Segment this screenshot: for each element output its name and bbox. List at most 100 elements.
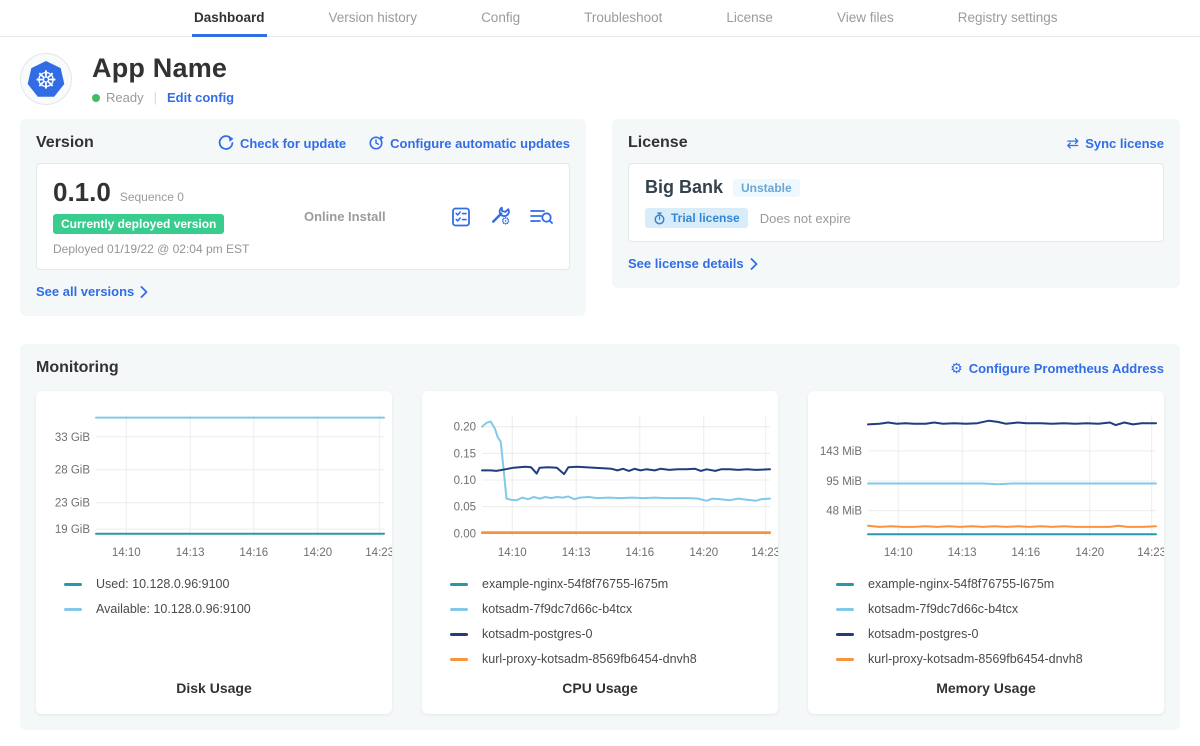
legend-color-dash — [450, 658, 468, 661]
status-dot — [92, 94, 100, 102]
svg-text:14:13: 14:13 — [176, 547, 205, 559]
refresh-icon — [218, 135, 234, 151]
edit-config-link[interactable]: Edit config — [167, 90, 234, 105]
svg-text:0.15: 0.15 — [454, 448, 476, 460]
svg-text:0.05: 0.05 — [454, 502, 476, 514]
svg-text:14:23: 14:23 — [751, 547, 778, 559]
current-version-card: 0.1.0 Sequence 0 Currently deployed vers… — [36, 163, 570, 270]
svg-text:⚙: ⚙ — [501, 216, 510, 228]
disk-usage-legend: Used: 10.128.0.96:9100 Available: 10.128.… — [64, 577, 392, 616]
preflight-checks-icon[interactable] — [450, 206, 472, 228]
configure-prometheus-button[interactable]: ⚙ Configure Prometheus Address — [950, 360, 1164, 377]
install-type-label: Online Install — [268, 209, 450, 224]
app-header: ☸ App Name Ready | Edit config — [0, 37, 1200, 115]
sync-license-button[interactable]: ⇄ Sync license — [1067, 134, 1164, 152]
legend-color-dash — [64, 608, 82, 611]
svg-text:0.20: 0.20 — [454, 422, 476, 434]
svg-text:14:16: 14:16 — [239, 547, 268, 559]
legend-item: example-nginx-54f8f76755-l675m — [450, 577, 778, 591]
see-license-details-link[interactable]: See license details — [628, 256, 758, 271]
monitoring-section: Monitoring ⚙ Configure Prometheus Addres… — [20, 344, 1180, 730]
tab-dashboard[interactable]: Dashboard — [192, 0, 267, 37]
top-navigation: Dashboard Version history Config Trouble… — [0, 0, 1200, 37]
svg-text:14:20: 14:20 — [303, 547, 332, 559]
svg-text:14:20: 14:20 — [689, 547, 718, 559]
svg-text:0.00: 0.00 — [454, 528, 476, 540]
legend-label: example-nginx-54f8f76755-l675m — [868, 577, 1054, 591]
disk-usage-chart: 14:1014:1314:1614:2014:2333 GiB28 GiB23 … — [36, 401, 392, 571]
legend-label: Used: 10.128.0.96:9100 — [96, 577, 229, 591]
cpu-usage-chart: 14:1014:1314:1614:2014:230.200.150.100.0… — [422, 401, 778, 571]
svg-text:14:10: 14:10 — [884, 547, 913, 559]
cpu-usage-legend: example-nginx-54f8f76755-l675mkotsadm-7f… — [450, 577, 778, 666]
version-card: Version Check for update Configure au — [20, 119, 586, 316]
tab-registry-settings[interactable]: Registry settings — [956, 0, 1060, 37]
disk-usage-chart-card: 14:1014:1314:1614:2014:2333 GiB28 GiB23 … — [36, 391, 392, 714]
tab-config[interactable]: Config — [479, 0, 522, 37]
svg-text:14:16: 14:16 — [1011, 547, 1040, 559]
deployed-timestamp: Deployed 01/19/22 @ 02:04 pm EST — [53, 242, 268, 256]
svg-text:14:10: 14:10 — [112, 547, 141, 559]
license-details-card: Big Bank Unstable Trial license Does not… — [628, 163, 1164, 242]
divider: | — [154, 90, 157, 105]
license-card: License ⇄ Sync license Big Bank Unstable — [612, 119, 1180, 288]
check-for-update-button[interactable]: Check for update — [218, 135, 346, 151]
legend-label: kotsadm-7f9dc7d66c-b4tcx — [868, 602, 1018, 616]
memory-usage-chart-card: 14:1014:1314:1614:2014:23143 MiB95 MiB48… — [808, 391, 1164, 714]
svg-text:14:20: 14:20 — [1075, 547, 1104, 559]
legend-item: kurl-proxy-kotsadm-8569fb6454-dnvh8 — [836, 652, 1164, 666]
legend-color-dash — [836, 633, 854, 636]
sync-icon: ⇄ — [1067, 134, 1080, 152]
svg-text:19 GiB: 19 GiB — [55, 524, 90, 536]
status-text: Ready — [106, 90, 144, 105]
tab-troubleshoot[interactable]: Troubleshoot — [582, 0, 664, 37]
svg-text:48 MiB: 48 MiB — [826, 506, 862, 518]
gear-icon: ⚙ — [950, 360, 963, 377]
svg-text:0.10: 0.10 — [454, 475, 476, 487]
legend-color-dash — [64, 583, 82, 586]
version-card-title: Version — [36, 134, 94, 152]
tab-license[interactable]: License — [724, 0, 775, 37]
trial-license-badge: Trial license — [645, 208, 748, 228]
sequence-label: Sequence 0 — [120, 190, 184, 204]
configure-automatic-updates-button[interactable]: Configure automatic updates — [368, 135, 570, 151]
cards-row: Version Check for update Configure au — [0, 115, 1200, 316]
see-all-versions-link[interactable]: See all versions — [36, 284, 148, 299]
legend-item: kurl-proxy-kotsadm-8569fb6454-dnvh8 — [450, 652, 778, 666]
legend-label: kotsadm-postgres-0 — [868, 627, 978, 641]
stopwatch-icon — [653, 212, 666, 225]
svg-text:95 MiB: 95 MiB — [826, 476, 862, 488]
legend-color-dash — [836, 608, 854, 611]
page-title: App Name — [92, 53, 234, 84]
chart-title-memory: Memory Usage — [808, 666, 1164, 704]
legend-label: kurl-proxy-kotsadm-8569fb6454-dnvh8 — [482, 652, 697, 666]
cpu-usage-chart-card: 14:1014:1314:1614:2014:230.200.150.100.0… — [422, 391, 778, 714]
legend-label: kurl-proxy-kotsadm-8569fb6454-dnvh8 — [868, 652, 1083, 666]
kubernetes-icon: ☸ — [20, 53, 72, 105]
legend-label: Available: 10.128.0.96:9100 — [96, 602, 251, 616]
currently-deployed-badge: Currently deployed version — [53, 214, 224, 234]
svg-text:14:16: 14:16 — [625, 547, 654, 559]
expiry-label: Does not expire — [760, 211, 851, 226]
legend-label: example-nginx-54f8f76755-l675m — [482, 577, 668, 591]
svg-text:14:23: 14:23 — [1137, 547, 1164, 559]
tab-view-files[interactable]: View files — [835, 0, 896, 37]
tab-version-history[interactable]: Version history — [327, 0, 420, 37]
legend-item: Used: 10.128.0.96:9100 — [64, 577, 392, 591]
deploy-logs-icon[interactable] — [529, 206, 553, 228]
legend-color-dash — [450, 633, 468, 636]
license-customer-name: Big Bank — [645, 177, 723, 198]
legend-item: Available: 10.128.0.96:9100 — [64, 602, 392, 616]
legend-item: kotsadm-postgres-0 — [450, 627, 778, 641]
channel-badge: Unstable — [733, 179, 800, 197]
config-wrench-icon[interactable]: ⚙ — [489, 205, 512, 228]
legend-item: kotsadm-7f9dc7d66c-b4tcx — [836, 602, 1164, 616]
legend-label: kotsadm-postgres-0 — [482, 627, 592, 641]
chart-title-cpu: CPU Usage — [422, 666, 778, 704]
chevron-right-icon — [140, 286, 148, 298]
legend-color-dash — [836, 583, 854, 586]
svg-text:14:13: 14:13 — [562, 547, 591, 559]
svg-text:143 MiB: 143 MiB — [820, 446, 863, 458]
chart-title-disk: Disk Usage — [36, 666, 392, 704]
license-card-title: License — [628, 134, 688, 152]
